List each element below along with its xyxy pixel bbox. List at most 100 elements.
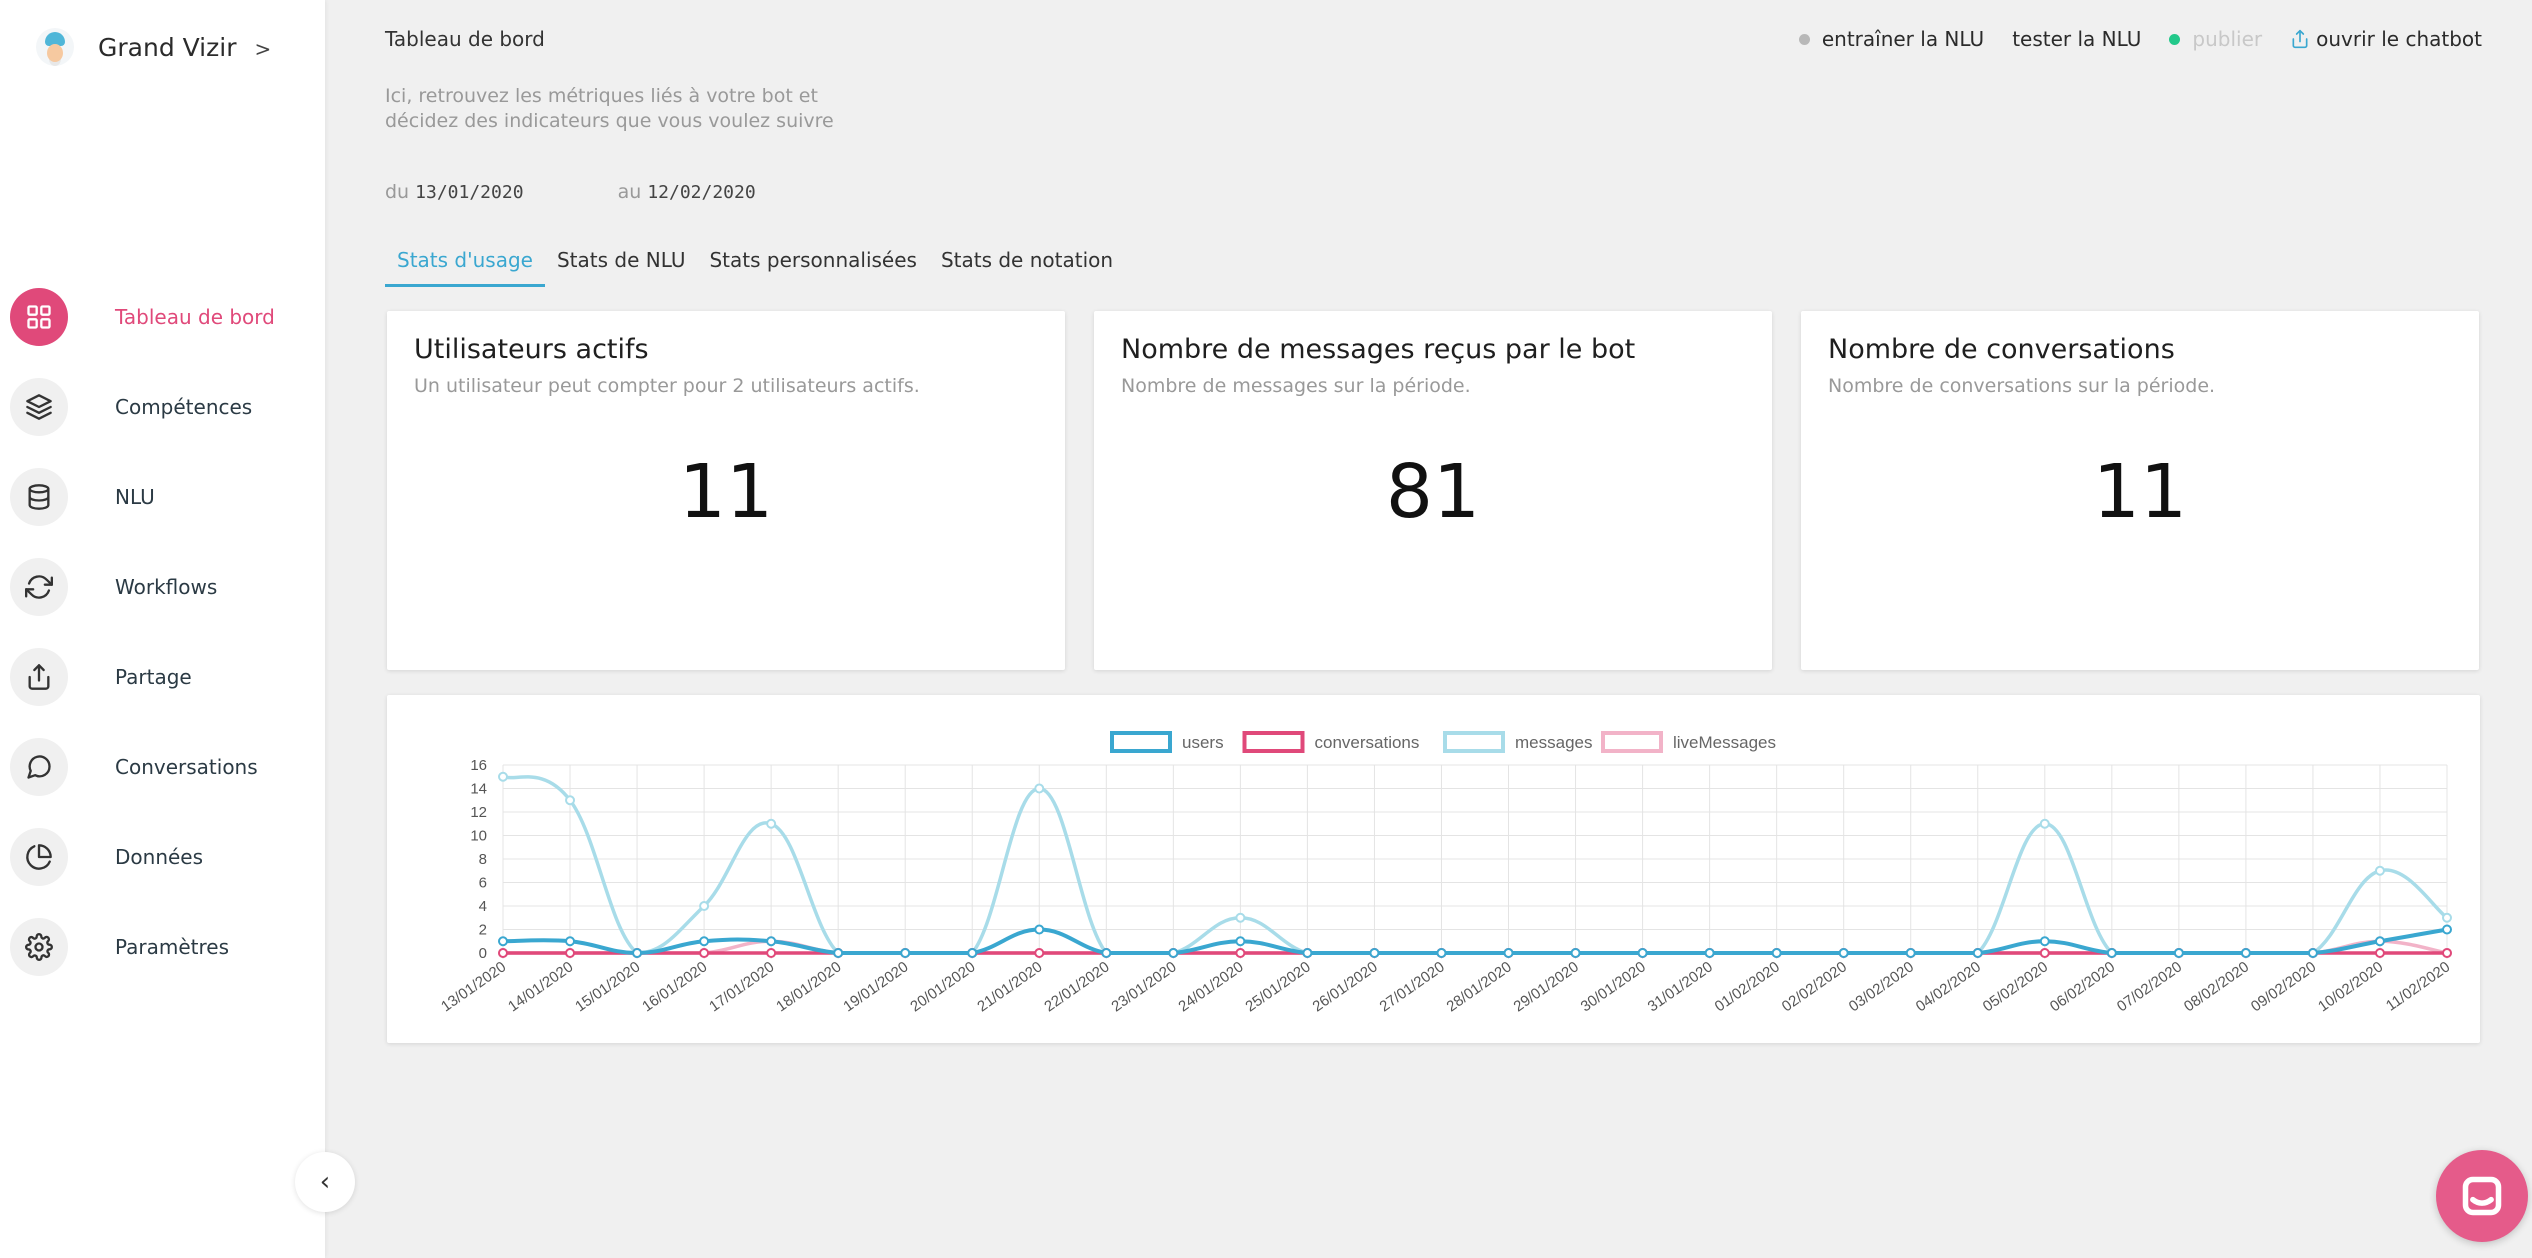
sidebar-item-label: NLU xyxy=(115,485,155,509)
sidebar-item-donnees[interactable]: Données xyxy=(10,828,275,886)
card-value: 81 xyxy=(1385,449,1481,535)
date-from-value[interactable]: 13/01/2020 xyxy=(415,182,523,203)
legend-swatch xyxy=(1110,731,1172,753)
x-tick-label: 11/02/2020 xyxy=(2383,958,2453,1014)
legend-swatch xyxy=(1601,731,1663,753)
usage-chart-card: 0 2 4 6 8 10 12 14 16 13/01/2020 14/01/2020 15/01/2… xyxy=(387,695,2480,1043)
metric-card-messages: Nombre de messages reçus par le bot Nomb… xyxy=(1094,311,1772,670)
sidebar-item-label: Conversations xyxy=(115,755,258,779)
x-tick-label: 31/01/2020 xyxy=(1645,958,1716,1015)
x-tick-label: 13/01/2020 xyxy=(438,958,509,1015)
train-nlu-button[interactable]: entraîner la NLU xyxy=(1798,27,1985,51)
x-tick-label: 21/01/2020 xyxy=(974,958,1045,1015)
x-tick-label: 16/01/2020 xyxy=(639,958,710,1015)
x-tick-label: 28/01/2020 xyxy=(1444,958,1515,1015)
data-point-conversations xyxy=(498,948,508,958)
brand[interactable]: Grand Vizir > xyxy=(36,28,271,66)
sidebar-item-competences[interactable]: Compétences xyxy=(10,378,275,436)
data-point-users xyxy=(1503,948,1514,958)
usage-line-chart: 0 2 4 6 8 10 12 14 16 13/01/202014/01/202015/01/2… xyxy=(438,731,2453,1015)
status-dot-icon xyxy=(2169,33,2181,45)
data-point-users xyxy=(900,948,911,958)
data-point-conversations xyxy=(766,948,777,958)
bot-name: Grand Vizir xyxy=(98,32,237,62)
chat-widget-button[interactable] xyxy=(2436,1150,2528,1242)
legend-label: users xyxy=(1182,733,1224,752)
date-to-value[interactable]: 12/02/2020 xyxy=(647,182,755,203)
sidebar: Grand Vizir > Tableau de bord Compétence… xyxy=(0,0,325,1258)
test-nlu-label: tester la NLU xyxy=(2012,27,2142,51)
date-range[interactable]: du 13/01/2020 au 12/02/2020 xyxy=(385,181,756,203)
sidebar-item-workflows[interactable]: Workflows xyxy=(10,558,275,616)
data-point-messages xyxy=(2374,865,2385,876)
chevron-right-icon: > xyxy=(254,37,272,61)
pie-chart-icon xyxy=(10,828,68,886)
tab-stats-personnalisees[interactable]: Stats personnalisées xyxy=(697,244,928,287)
data-point-users xyxy=(1704,948,1715,958)
data-point-users xyxy=(699,936,710,947)
train-nlu-label: entraîner la NLU xyxy=(1821,27,1985,51)
breadcrumb: Tableau de bord xyxy=(385,27,545,51)
x-tick-label: 20/01/2020 xyxy=(907,958,978,1015)
publish-label: publier xyxy=(2192,27,2263,51)
data-point-users xyxy=(1302,948,1313,958)
tab-stats-usage[interactable]: Stats d'usage xyxy=(385,244,545,287)
sidebar-nav: Tableau de bord Compétences NLU Workflow… xyxy=(10,288,275,1008)
card-value: 11 xyxy=(2092,449,2188,535)
data-point-users xyxy=(2039,936,2050,947)
data-point-users xyxy=(1034,924,1045,935)
sidebar-item-tableau-de-bord[interactable]: Tableau de bord xyxy=(10,288,275,346)
x-tick-label: 01/02/2020 xyxy=(1712,958,1783,1015)
tab-stats-notation[interactable]: Stats de notation xyxy=(929,244,1125,287)
y-tick-label: 8 xyxy=(479,851,487,868)
stats-tabs: Stats d'usage Stats de NLU Stats personn… xyxy=(385,244,1125,287)
top-actions: entraîner la NLU tester la NLU publier o… xyxy=(1771,27,2482,51)
data-point-conversations xyxy=(2039,948,2050,958)
data-point-users xyxy=(2374,936,2385,947)
date-to-label: au xyxy=(617,181,642,203)
x-tick-label: 10/02/2020 xyxy=(2315,958,2386,1015)
data-point-conversations xyxy=(699,948,710,958)
data-point-messages xyxy=(1034,783,1045,794)
data-point-users xyxy=(1838,948,1849,958)
open-chatbot-button[interactable]: ouvrir le chatbot xyxy=(2290,27,2482,51)
data-point-messages xyxy=(2442,912,2452,923)
data-point-messages xyxy=(565,795,576,806)
data-point-users xyxy=(2307,948,2318,958)
x-tick-label: 02/02/2020 xyxy=(1779,958,1850,1015)
upload-icon xyxy=(10,648,68,706)
data-point-users xyxy=(1235,936,1246,947)
data-point-conversations xyxy=(2442,948,2452,958)
x-tick-label: 09/02/2020 xyxy=(2248,958,2319,1015)
data-point-users xyxy=(1570,948,1581,958)
sidebar-item-conversations[interactable]: Conversations xyxy=(10,738,275,796)
y-tick-label: 10 xyxy=(470,828,487,845)
x-tick-label: 24/01/2020 xyxy=(1175,958,1246,1015)
tab-stats-nlu[interactable]: Stats de NLU xyxy=(545,244,698,287)
layers-icon xyxy=(10,378,68,436)
card-subtitle: Nombre de conversations sur la période. xyxy=(1828,375,2216,397)
x-tick-label: 22/01/2020 xyxy=(1041,958,1112,1015)
x-tick-label: 23/01/2020 xyxy=(1108,958,1179,1015)
database-icon xyxy=(10,468,68,526)
legend-swatch xyxy=(1443,731,1505,753)
x-tick-label: 18/01/2020 xyxy=(773,958,844,1015)
status-dot-icon xyxy=(1798,33,1810,45)
test-nlu-button[interactable]: tester la NLU xyxy=(2012,27,2141,51)
data-point-users xyxy=(1905,948,1916,958)
sidebar-item-label: Tableau de bord xyxy=(115,305,275,329)
sidebar-item-nlu[interactable]: NLU xyxy=(10,468,275,526)
data-point-users xyxy=(632,948,643,958)
publish-button[interactable]: publier xyxy=(2169,27,2262,51)
data-point-conversations xyxy=(565,948,576,958)
collapse-sidebar-button[interactable]: ‹ xyxy=(295,1152,355,1212)
data-point-messages xyxy=(2039,818,2050,829)
x-tick-label: 08/02/2020 xyxy=(2181,958,2252,1015)
sidebar-item-parametres[interactable]: Paramètres xyxy=(10,918,275,976)
metric-card-active-users: Utilisateurs actifs Un utilisateur peut … xyxy=(387,311,1065,670)
card-title: Nombre de conversations xyxy=(1828,334,2175,365)
data-point-messages xyxy=(498,771,508,782)
data-point-conversations xyxy=(2374,948,2385,958)
sidebar-item-partage[interactable]: Partage xyxy=(10,648,275,706)
x-tick-label: 19/01/2020 xyxy=(840,958,911,1015)
